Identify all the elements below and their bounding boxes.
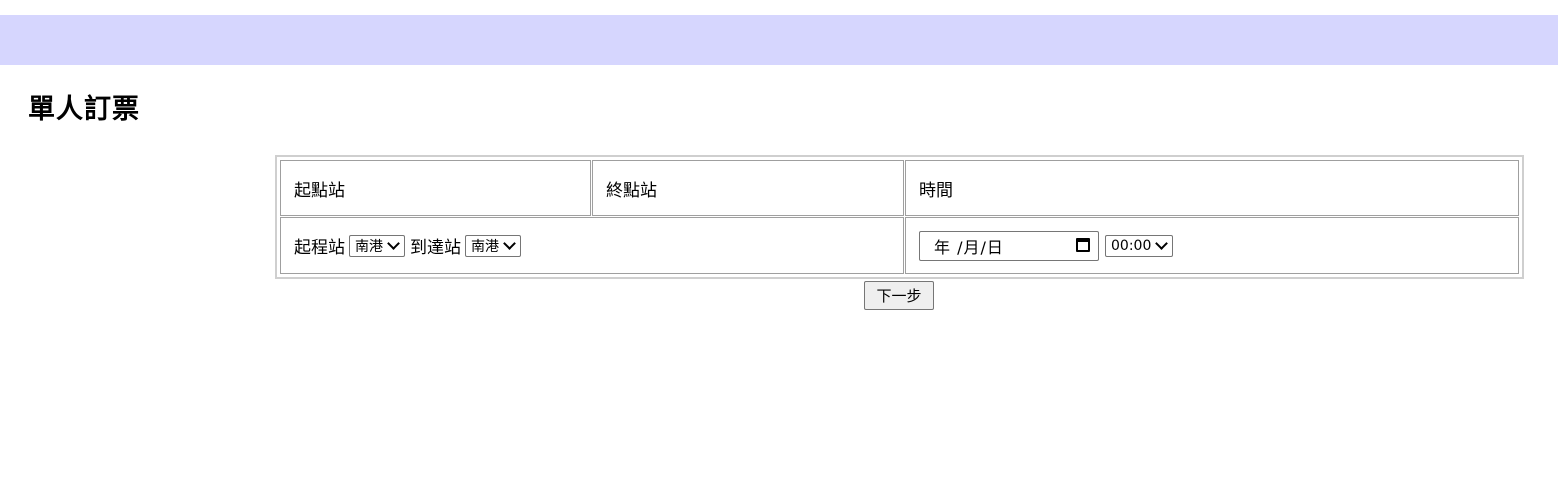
- datetime-selection-cell: 年 /月/日 00:00: [905, 217, 1519, 274]
- from-station-select[interactable]: 南港: [349, 234, 405, 257]
- time-select[interactable]: 00:00: [1105, 234, 1174, 257]
- station-selection-cell: 起程站 南港 到達站 南港: [280, 217, 904, 274]
- chevron-down-icon: [1155, 237, 1169, 250]
- from-station-label: 起程站: [294, 238, 345, 258]
- date-input[interactable]: 年 /月/日: [919, 230, 1099, 261]
- top-banner: [0, 15, 1558, 65]
- date-placeholder: 年 /月/日: [934, 237, 1004, 257]
- time-value: 00:00: [1111, 237, 1152, 254]
- from-station-value: 南港: [355, 238, 383, 255]
- page-title: 單人訂票: [28, 94, 140, 125]
- to-station-label: 到達站: [410, 238, 461, 258]
- to-station-select[interactable]: 南港: [465, 234, 521, 257]
- calendar-icon[interactable]: [1076, 237, 1090, 252]
- header-origin-station: 起點站: [280, 160, 591, 216]
- chevron-down-icon: [387, 237, 400, 250]
- header-destination-station: 終點站: [592, 160, 904, 216]
- booking-table: 起點站 終點站 時間 起程站 南港 到達站 南港 年 /月/日 00:00: [275, 155, 1524, 279]
- chevron-down-icon: [503, 237, 516, 250]
- header-time: 時間: [905, 160, 1519, 216]
- to-station-value: 南港: [471, 238, 499, 255]
- next-step-button[interactable]: 下一步: [864, 281, 934, 310]
